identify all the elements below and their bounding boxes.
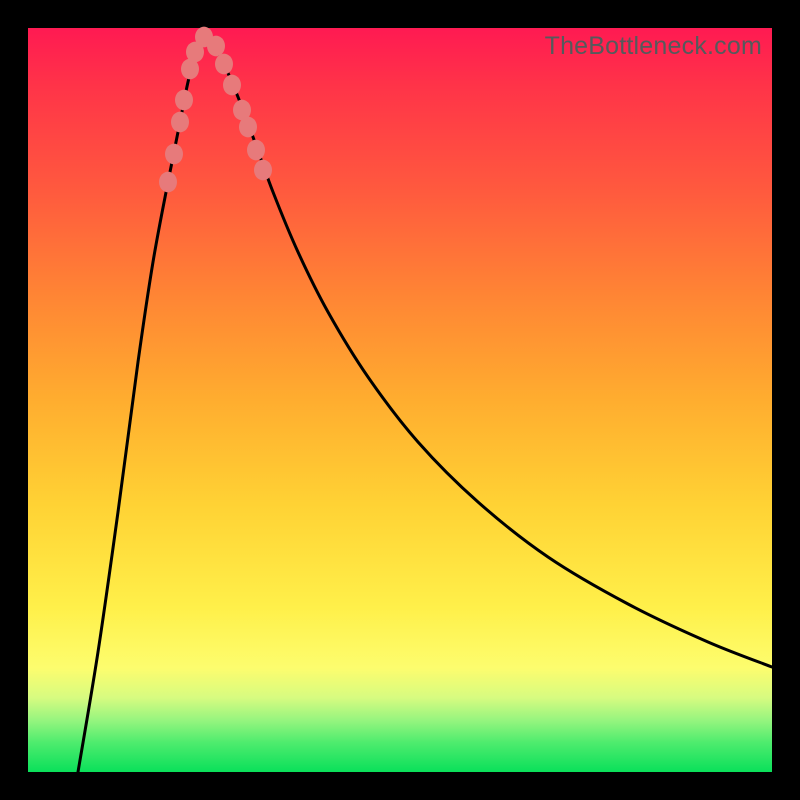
marker-group	[159, 27, 272, 193]
data-marker	[165, 144, 183, 165]
chart-plot-area: TheBottleneck.com	[28, 28, 772, 772]
data-marker	[175, 90, 193, 111]
data-marker	[215, 54, 233, 75]
curve-layer	[28, 28, 772, 772]
chart-frame: TheBottleneck.com	[0, 0, 800, 800]
data-marker	[239, 117, 257, 138]
data-marker	[223, 75, 241, 96]
data-marker	[171, 112, 189, 133]
data-marker	[247, 140, 265, 161]
bottleneck-curve	[78, 36, 772, 772]
data-marker	[159, 172, 177, 193]
data-marker	[207, 36, 225, 57]
data-marker	[254, 160, 272, 181]
